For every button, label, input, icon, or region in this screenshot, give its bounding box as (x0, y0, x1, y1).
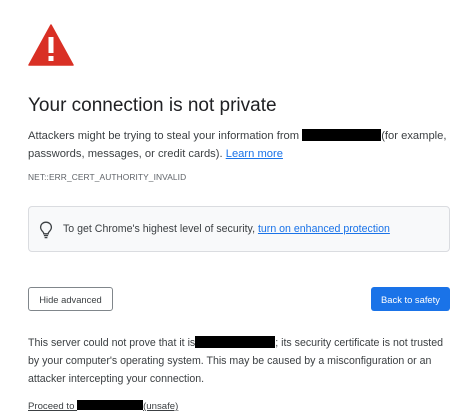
page-title: Your connection is not private (28, 95, 277, 116)
protection-text: To get Chrome's highest level of securit… (63, 223, 258, 235)
proceed-text: Proceed to (28, 401, 78, 412)
proceed-unsafe-label: (unsafe) (143, 401, 179, 412)
enhanced-protection-box: To get Chrome's highest level of securit… (28, 206, 450, 252)
proceed-unsafe-link[interactable]: Proceed to (unsafe) (28, 400, 178, 412)
redacted-domain (302, 129, 382, 141)
hide-advanced-button[interactable]: Hide advanced (28, 287, 113, 311)
advanced-details-text: This server could not prove that it is; … (28, 334, 452, 388)
enhanced-protection-message: To get Chrome's highest level of securit… (63, 223, 390, 235)
warning-description: Attackers might be trying to steal your … (28, 127, 452, 163)
error-code: NET::ERR_CERT_AUTHORITY_INVALID (28, 172, 187, 182)
back-to-safety-button[interactable]: Back to safety (371, 287, 450, 311)
enhanced-protection-link[interactable]: turn on enhanced protection (258, 223, 390, 235)
lightbulb-icon (39, 221, 53, 239)
learn-more-link[interactable]: Learn more (226, 148, 283, 160)
description-text-start: Attackers might be trying to steal your … (28, 130, 303, 142)
interstitial-page: Your connection is not private Attackers… (28, 0, 452, 419)
details-text-start: This server could not prove that it is (28, 337, 196, 349)
redacted-server-name (195, 336, 276, 348)
redacted-proceed-domain (77, 400, 144, 410)
warning-triangle-icon (28, 24, 74, 66)
